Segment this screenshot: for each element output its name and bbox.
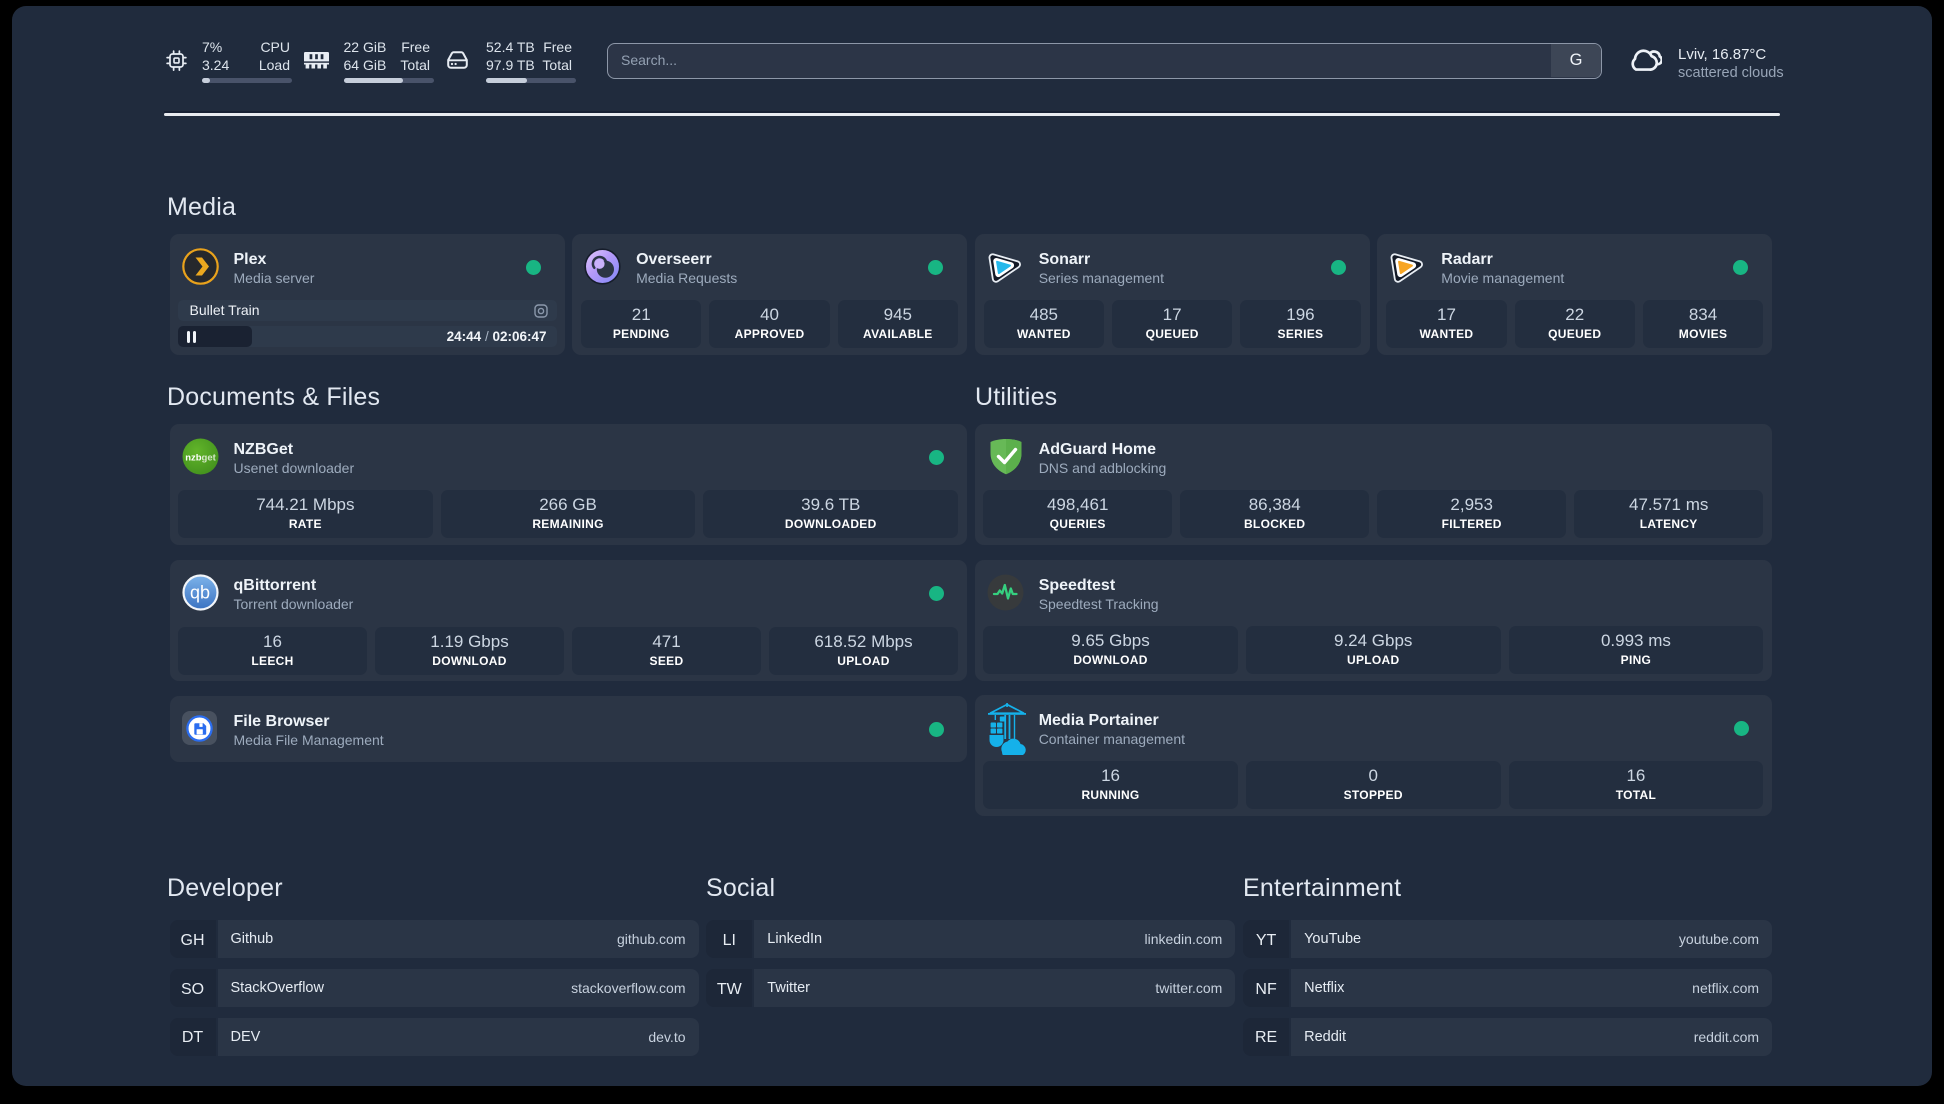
svg-text:nzbget: nzbget [185,452,216,463]
svg-text:qb: qb [189,583,209,603]
